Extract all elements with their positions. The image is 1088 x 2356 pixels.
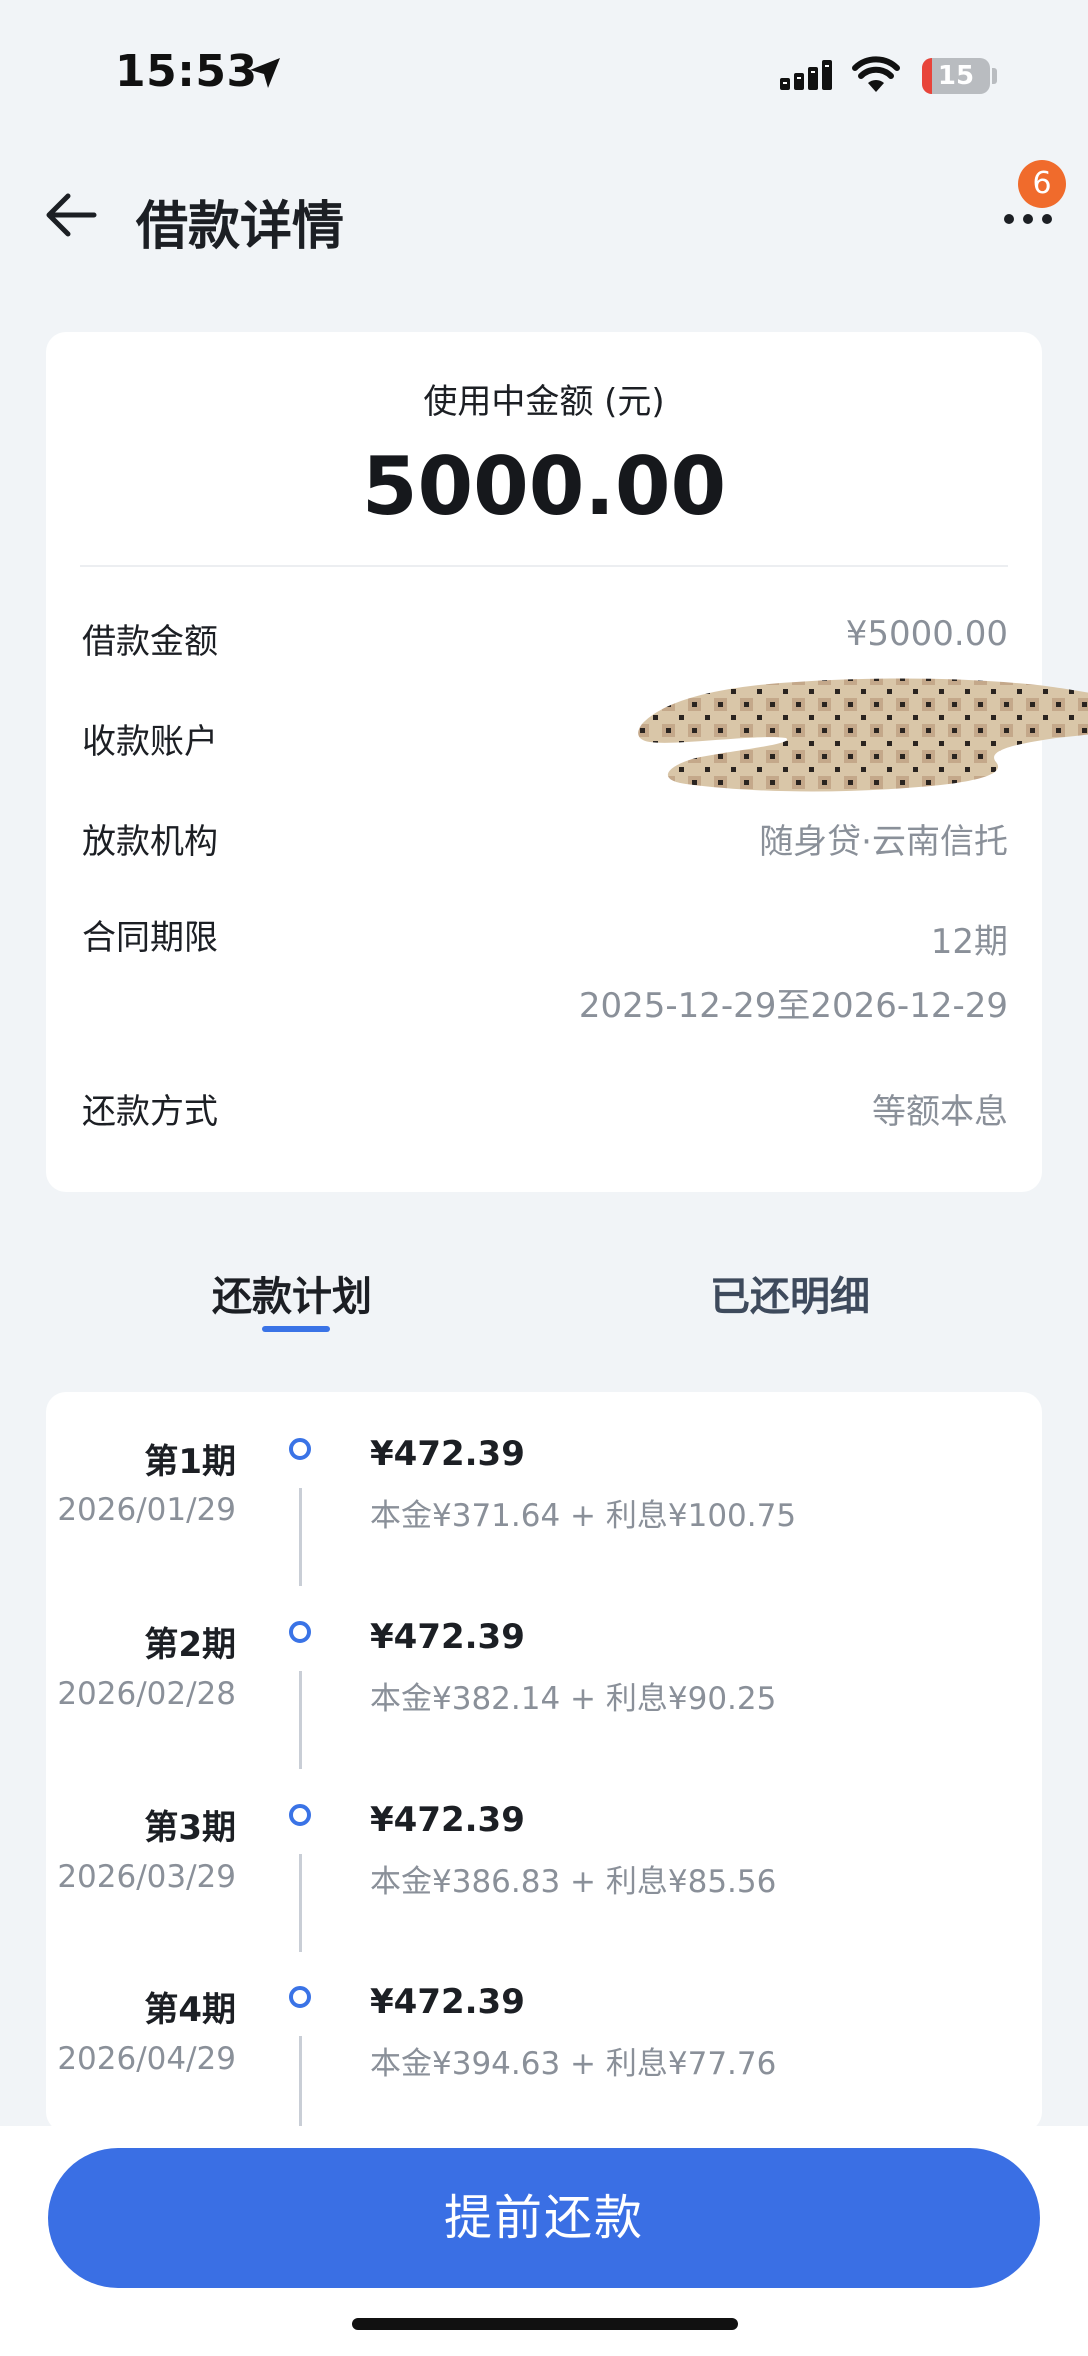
amount-value: 5000.00	[361, 440, 727, 533]
wifi-icon	[852, 56, 900, 92]
period-date: 2026/01/29	[57, 1492, 236, 1528]
period-breakdown: 本金¥382.14 + 利息¥90.25	[370, 1681, 777, 1717]
timeline-line	[299, 1488, 302, 1586]
receiving-account-label: 收款账户	[82, 722, 218, 762]
timeline-line	[299, 2036, 302, 2132]
battery-charging-icon	[992, 68, 997, 84]
loan-amount-value: ¥5000.00	[845, 614, 1008, 654]
timeline-dot	[289, 1438, 311, 1460]
timeline-dot	[289, 1621, 311, 1643]
tab-repaid-details[interactable]: 已还明细	[710, 1264, 870, 1322]
period-label: 第3期	[144, 1808, 236, 1848]
period-amount: ¥472.39	[370, 1617, 525, 1657]
period-amount: ¥472.39	[370, 1800, 525, 1840]
period-breakdown: 本金¥386.83 + 利息¥85.56	[370, 1864, 777, 1900]
battery-indicator: 15	[922, 58, 990, 94]
more-icon[interactable]	[1002, 212, 1054, 226]
loan-amount-label: 借款金额	[82, 622, 218, 662]
tab-active-underline	[262, 1326, 330, 1332]
timeline-dot	[289, 1804, 311, 1826]
redaction-scribble	[638, 678, 1088, 792]
signal-icon	[780, 60, 832, 90]
page-title: 借款详情	[136, 197, 345, 257]
period-breakdown: 本金¥394.63 + 利息¥77.76	[370, 2046, 777, 2082]
contract-term-range: 2025-12-29至2026-12-29	[578, 986, 1008, 1026]
lending-institution-label: 放款机构	[82, 822, 218, 862]
amount-caption: 使用中金额 (元)	[423, 382, 665, 422]
period-label: 第1期	[144, 1442, 236, 1482]
period-amount: ¥472.39	[370, 1982, 525, 2022]
timeline-line	[299, 1671, 302, 1769]
notification-badge: 6	[1018, 160, 1066, 208]
repayment-plan-card: 第1期 2026/01/29 ¥472.39 本金¥371.64 + 利息¥10…	[46, 1392, 1042, 2132]
period-date: 2026/04/29	[57, 2041, 236, 2077]
battery-percent: 15	[937, 61, 975, 91]
contract-term-label: 合同期限	[82, 918, 218, 958]
loan-summary-card: 使用中金额 (元) 5000.00 借款金额 ¥5000.00 收款账户 放款机…	[46, 332, 1088, 1192]
contract-term-value: 12期	[930, 922, 1008, 962]
timeline-line	[299, 1854, 302, 1952]
period-date: 2026/03/29	[57, 1859, 236, 1895]
location-arrow-icon	[250, 58, 280, 88]
repayment-method-value: 等额本息	[872, 1092, 1008, 1132]
tab-repayment-plan[interactable]: 还款计划	[212, 1264, 372, 1322]
period-label: 第4期	[144, 1990, 236, 2030]
back-arrow-icon[interactable]	[44, 192, 98, 238]
period-label: 第2期	[144, 1625, 236, 1665]
period-breakdown: 本金¥371.64 + 利息¥100.75	[370, 1498, 797, 1534]
period-date: 2026/02/28	[57, 1676, 236, 1712]
repayment-method-label: 还款方式	[82, 1092, 218, 1132]
lending-institution-value: 随身贷·云南信托	[759, 822, 1008, 862]
prepay-button[interactable]: 提前还款	[48, 2148, 1040, 2288]
status-time: 15:53	[115, 46, 258, 97]
home-indicator[interactable]	[352, 2318, 738, 2330]
period-amount: ¥472.39	[370, 1434, 525, 1474]
timeline-dot	[289, 1986, 311, 2008]
divider	[80, 565, 1008, 567]
